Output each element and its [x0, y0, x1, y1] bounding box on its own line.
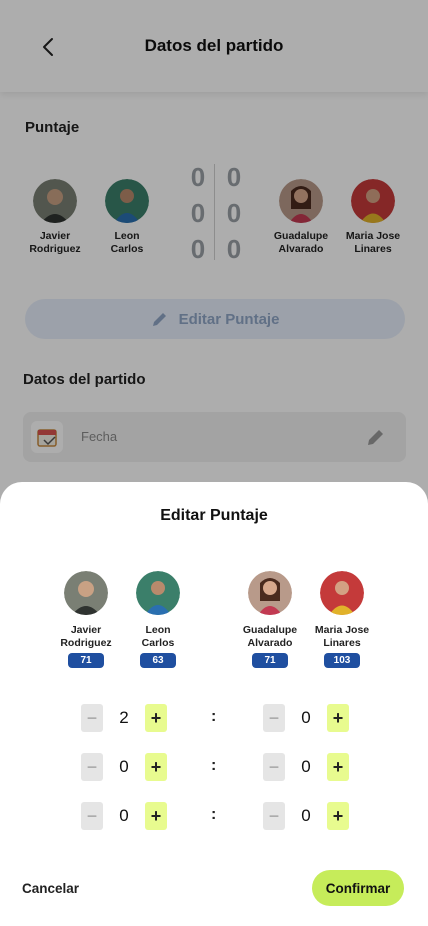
avatar	[136, 571, 180, 615]
quantity-stepper: − 0 +	[81, 802, 167, 832]
score-value: 0	[301, 708, 311, 727]
quantity-stepper: − 0 +	[263, 704, 349, 734]
rating-badge: 103	[324, 653, 360, 668]
confirm-button[interactable]: Confirmar	[312, 870, 404, 906]
plus-icon[interactable]: +	[327, 704, 349, 732]
quantity-stepper: − 0 +	[263, 753, 349, 783]
plus-icon[interactable]: +	[145, 704, 167, 732]
player-card: Guadalupe Alvarado 71	[232, 571, 308, 668]
sheet-title: Editar Puntaje	[160, 507, 268, 524]
avatar	[248, 571, 292, 615]
plus-icon[interactable]: +	[327, 753, 349, 781]
score-value: 0	[119, 757, 129, 776]
score-value: 0	[119, 806, 129, 825]
minus-icon[interactable]: −	[81, 753, 103, 781]
plus-icon[interactable]: +	[145, 802, 167, 830]
rating-badge: 71	[252, 653, 288, 668]
score-value: 0	[301, 757, 311, 776]
score-separator: :	[211, 757, 217, 774]
quantity-stepper: − 0 +	[263, 802, 349, 832]
plus-icon[interactable]: +	[327, 802, 349, 830]
quantity-stepper: − 0 +	[81, 753, 167, 783]
score-separator: :	[211, 806, 217, 823]
avatar	[64, 571, 108, 615]
score-separator: :	[211, 708, 217, 725]
player-card: Javier Rodriguez 71	[48, 571, 124, 668]
rating-badge: 63	[140, 653, 176, 668]
rating-badge: 71	[68, 653, 104, 668]
minus-icon[interactable]: −	[263, 802, 285, 830]
quantity-stepper: − 2 +	[81, 704, 167, 734]
avatar	[320, 571, 364, 615]
score-value: 2	[119, 708, 129, 727]
minus-icon[interactable]: −	[81, 802, 103, 830]
minus-icon[interactable]: −	[263, 704, 285, 732]
cancel-button[interactable]: Cancelar	[22, 881, 79, 896]
score-value: 0	[301, 806, 311, 825]
edit-score-sheet: Editar Puntaje Javier Rodriguez 71 Leon Ca…	[0, 482, 428, 926]
minus-icon[interactable]: −	[263, 753, 285, 781]
plus-icon[interactable]: +	[145, 753, 167, 781]
player-card: Leon Carlos 63	[120, 571, 196, 668]
minus-icon[interactable]: −	[81, 704, 103, 732]
player-card: Maria Jose Linares 103	[304, 571, 380, 668]
